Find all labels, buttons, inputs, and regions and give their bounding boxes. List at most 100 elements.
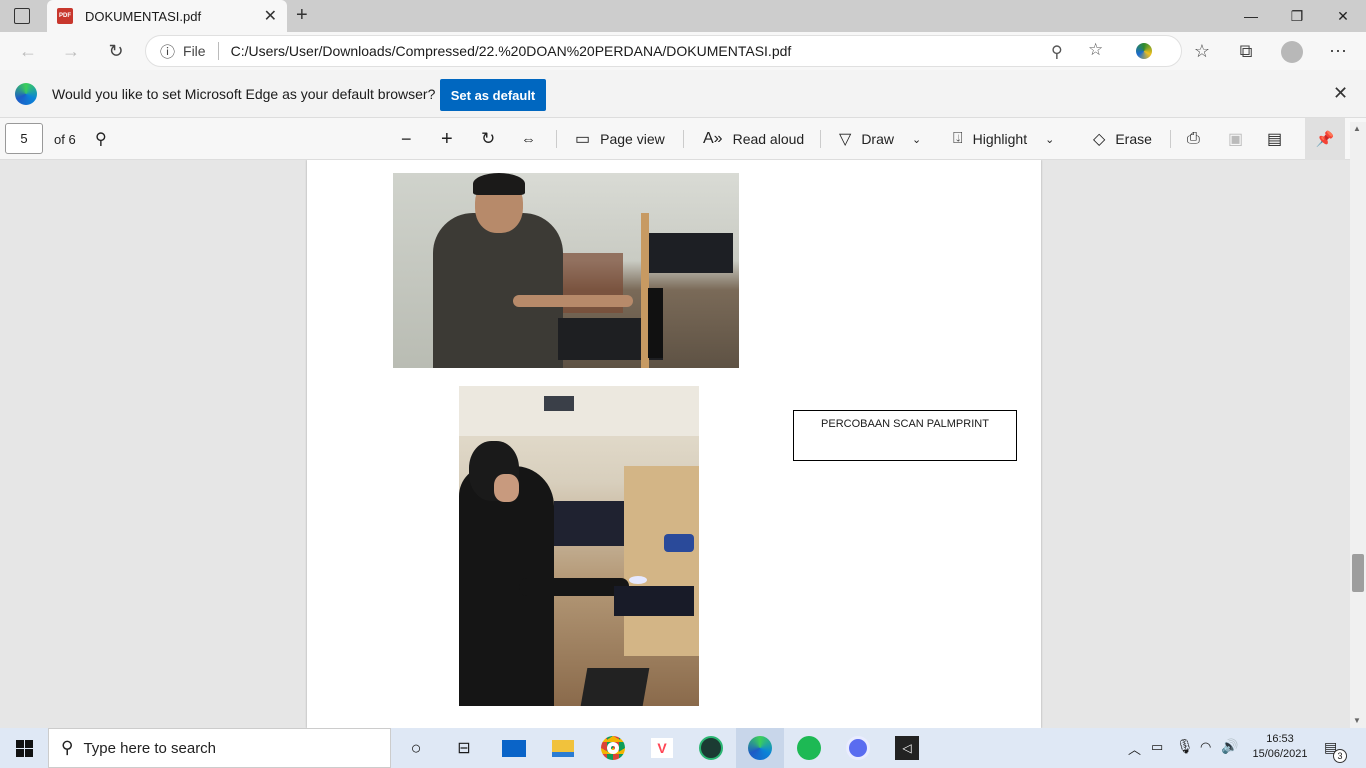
screen-recorder-icon[interactable] [834,728,882,768]
read-aloud-icon: A» [703,130,723,147]
set-as-default-button[interactable]: Set as default [440,79,546,111]
navigation-bar: ← → ↻ ⓘ File C:/Users/User/Downloads/Com… [0,32,1366,70]
taskbar-search-box[interactable]: ⚲ Type here to search [48,728,391,768]
pdf-toolbar: 5 of 6 ⚲ − + ↻ ⇔ ▭ Page view A» Read aloud… [0,118,1366,160]
gitkraken-icon[interactable] [687,728,735,768]
close-window-button[interactable]: ✕ [1320,0,1366,32]
zoom-icon[interactable]: ⚲ [1051,42,1063,62]
url-text: C:/Users/User/Downloads/Compressed/22.%2… [230,43,792,59]
erase-label: Erase [1115,131,1152,147]
forward-icon[interactable]: → [56,36,86,66]
save-icon[interactable]: ▣ [1228,118,1243,160]
battery-icon[interactable]: ▭ [1151,739,1163,755]
info-icon[interactable]: ⓘ [160,41,175,62]
tab-title: DOKUMENTASI.pdf [85,8,202,24]
toolbar-divider [1170,130,1171,148]
rotate-icon[interactable]: ↻ [481,118,495,160]
zoom-in-icon[interactable]: + [441,118,453,160]
clock-time: 16:53 [1266,733,1294,745]
pin-toolbar-icon[interactable]: 📌 [1305,118,1345,160]
highlight-button[interactable]: ⍗ Highlight ⌄ [953,118,1054,160]
page-number-input[interactable]: 5 [5,123,43,154]
page-view-icon: ▭ [575,131,591,148]
photo-palm-scan-1 [393,173,739,368]
mail-app-icon[interactable] [490,728,538,768]
read-aloud-button[interactable]: A» Read aloud [703,118,804,160]
caption-text: PERCOBAAN SCAN PALMPRINT [821,418,989,430]
new-tab-icon[interactable]: + [296,4,308,27]
spotify-icon[interactable] [785,728,833,768]
draw-icon: ▽ [839,131,852,148]
pdf-file-icon: PDF [57,8,73,24]
more-menu-icon[interactable]: ⋯ [1323,36,1353,66]
file-explorer-icon[interactable] [539,728,587,768]
address-bar[interactable]: ⓘ File C:/Users/User/Downloads/Compresse… [145,35,1182,67]
favorites-icon[interactable]: ☆ [1187,36,1217,66]
start-button[interactable] [0,728,48,768]
vertical-scrollbar[interactable]: ▲ ▼ [1350,122,1366,728]
add-favorite-icon[interactable]: ☆ [1088,40,1103,60]
toolbar-divider [556,130,557,148]
wifi-icon[interactable]: ◠ [1200,739,1211,755]
notification-badge: 3 [1333,749,1347,763]
task-view-icon[interactable]: ⊟ [440,728,488,768]
chrome-icon[interactable] [589,728,637,768]
eraser-icon: ◇ [1093,131,1106,148]
collections-icon[interactable]: ⧉ [1231,36,1261,66]
toolbar-divider [820,130,821,148]
restore-button[interactable]: ❐ [1274,0,1320,32]
scroll-up-icon[interactable]: ▲ [1353,124,1361,133]
tab-dokumentasi[interactable]: PDF DOKUMENTASI.pdf ✕ [47,0,287,32]
erase-button[interactable]: ◇ Erase [1093,118,1152,160]
close-tab-icon[interactable]: ✕ [264,6,277,26]
clock[interactable]: 16:53 15/06/2021 [1244,732,1316,762]
highlight-label: Highlight [972,131,1028,147]
close-infobar-icon[interactable]: ✕ [1333,83,1348,104]
volume-icon[interactable]: 🔊 [1221,738,1238,755]
scroll-down-icon[interactable]: ▼ [1353,716,1361,725]
windows-logo-icon [15,739,33,757]
extension-icon[interactable] [1136,43,1152,59]
draw-button[interactable]: ▽ Draw ⌄ [839,118,921,160]
draw-label: Draw [861,131,894,147]
caption-box: PERCOBAAN SCAN PALMPRINT [793,410,1017,461]
highlight-icon: ⍗ [953,130,963,147]
edge-taskbar-icon[interactable] [736,728,784,768]
photo-palm-scan-2 [459,386,699,706]
tab-strip: PDF DOKUMENTASI.pdf ✕ + — ❐ ✕ [0,0,1366,32]
search-icon[interactable]: ⚲ [95,118,107,160]
address-separator [217,42,219,60]
profile-avatar[interactable] [1281,41,1303,63]
scrollbar-thumb[interactable] [1352,554,1364,592]
search-placeholder: Type here to search [83,739,217,757]
infobar-message: Would you like to set Microsoft Edge as … [52,85,436,102]
unity-icon[interactable]: ◁ [883,728,931,768]
back-icon[interactable]: ← [13,36,43,66]
show-hidden-icons-chevron[interactable]: ︿ [1128,739,1141,758]
valorant-icon[interactable]: V [638,728,686,768]
page-total: of 6 [54,131,76,147]
windows-taskbar: ⚲ Type here to search ○ ⊟ V ◁ ︿ ▭ 🎙 ◠ 🔊 … [0,728,1366,768]
default-browser-infobar: Would you like to set Microsoft Edge as … [0,70,1366,118]
refresh-icon[interactable]: ↻ [101,36,131,66]
cortana-icon[interactable]: ○ [392,728,440,768]
fit-width-icon[interactable]: ⇔ [521,118,536,160]
read-aloud-label: Read aloud [732,131,805,147]
pdf-page: PERCOBAAN SCAN PALMPRINT [307,160,1041,728]
microphone-icon[interactable]: 🎙 [1176,738,1194,755]
chevron-down-icon[interactable]: ⌄ [1045,133,1054,146]
print-icon[interactable]: ⎙ [1187,118,1200,160]
tab-actions-icon[interactable] [14,8,30,24]
page-view-label: Page view [600,131,665,147]
clock-date: 15/06/2021 [1252,748,1308,760]
chevron-down-icon[interactable]: ⌄ [912,133,921,146]
save-as-icon[interactable]: ▤ [1267,118,1282,160]
toolbar-divider [683,130,684,148]
page-view-button[interactable]: ▭ Page view [575,118,665,160]
scheme-label: File [183,43,206,59]
pdf-viewer-area: PERCOBAAN SCAN PALMPRINT [0,160,1350,728]
search-icon: ⚲ [61,738,74,757]
minimize-button[interactable]: — [1228,0,1274,32]
zoom-out-icon[interactable]: − [401,118,412,160]
edge-logo-icon [15,82,37,105]
